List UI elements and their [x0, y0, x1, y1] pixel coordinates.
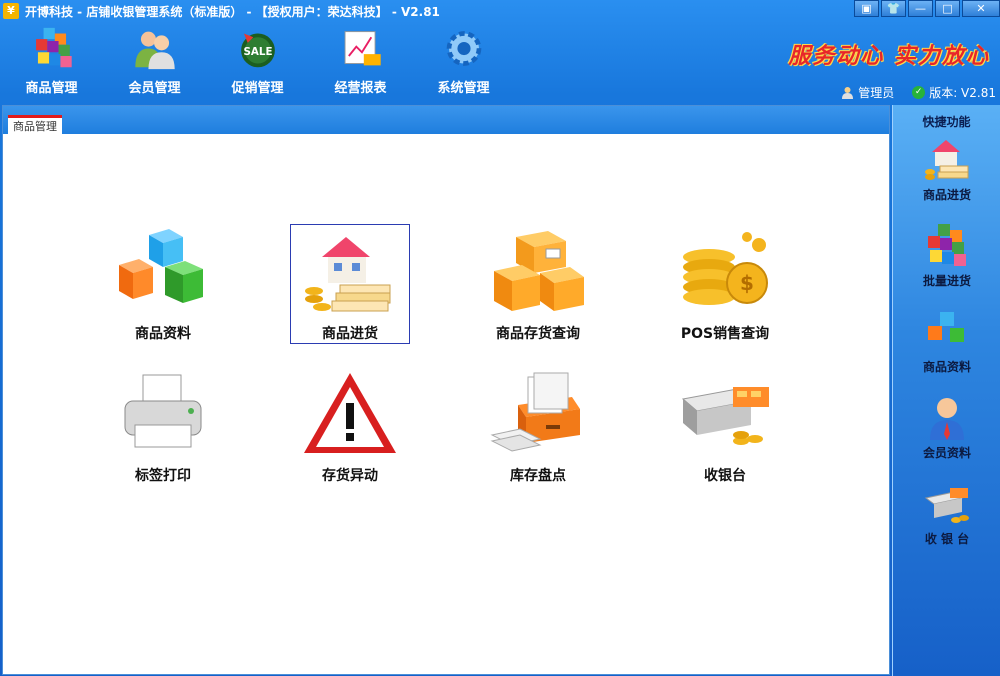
- quick-label: 商品资料: [922, 360, 971, 374]
- quick-panel-title: 快捷功能: [922, 115, 971, 129]
- quick-batch-purchase[interactable]: 批量进货: [893, 222, 1000, 302]
- cubes-icon: [35, 27, 72, 68]
- tile-goods-purchase[interactable]: 商品进货: [290, 224, 410, 344]
- status-line: 管理员 ✓ 版本: V2.81: [841, 84, 996, 101]
- svg-text:$: $: [740, 271, 754, 295]
- tile-label: 商品资料: [135, 326, 191, 342]
- quick-cashier[interactable]: 收 银 台: [893, 480, 1000, 560]
- batch-cubes-icon: [928, 224, 966, 266]
- toolbar-label: 促销管理: [231, 81, 284, 96]
- tab-strip: 商品管理: [3, 106, 889, 134]
- version-info: ✓ 版本: V2.81: [912, 84, 996, 101]
- quick-member-info[interactable]: 会员资料: [893, 394, 1000, 474]
- tile-label: 商品存货查询: [496, 326, 580, 342]
- tile-goods-info[interactable]: 商品资料: [103, 224, 223, 344]
- quick-label: 收 银 台: [924, 532, 970, 546]
- toolbar-label: 商品管理: [25, 81, 78, 96]
- toolbar-label: 会员管理: [128, 81, 181, 96]
- quick-label: 批量进货: [922, 274, 971, 288]
- toolbar-business-reports[interactable]: 经营报表: [309, 24, 412, 96]
- toolbar-promotion-management[interactable]: SALE 促销管理: [206, 24, 309, 96]
- tile-label: 标签打印: [135, 468, 191, 484]
- cash-register-icon: [924, 488, 969, 523]
- coins-icon: $: [683, 232, 768, 305]
- user-icon: [842, 87, 854, 99]
- quick-goods-info[interactable]: 商品资料: [893, 308, 1000, 388]
- tile-inventory-check[interactable]: 库存盘点: [478, 366, 598, 486]
- toolbar-label: 系统管理: [437, 81, 490, 96]
- report-icon: [344, 31, 381, 66]
- members-icon: [134, 31, 175, 70]
- svg-text:SALE: SALE: [243, 46, 272, 58]
- quick-label: 商品进货: [922, 188, 971, 202]
- title-bar: ¥ 开博科技 - 店铺收银管理系统（标准版） - 【授权用户：荣达科技】 - V…: [0, 0, 1000, 22]
- app-logo-icon: ¥: [3, 3, 19, 19]
- house-goods-icon: [305, 237, 391, 312]
- quick-goods-purchase[interactable]: 商品进货: [893, 136, 1000, 216]
- boxes-icon: [494, 231, 584, 311]
- tile-label: 商品进货: [322, 326, 378, 342]
- main-panel: 商品管理 商品资料 商品进货 商品存货查询 $ POS销售查询 标签打印 存货异…: [2, 105, 890, 675]
- menu-button[interactable]: ▣: [854, 0, 879, 17]
- tile-cashier[interactable]: 收银台: [665, 366, 785, 486]
- cubes-icon: [928, 312, 964, 342]
- warning-icon: [304, 373, 396, 453]
- check-icon: ✓: [912, 86, 926, 99]
- quick-functions-panel: 快捷功能 商品进货 批量进货 商品资料 会员资料 收 银 台: [892, 105, 1000, 676]
- toolbar-member-management[interactable]: 会员管理: [103, 24, 206, 96]
- sale-icon: SALE: [240, 33, 275, 68]
- house-goods-icon: [925, 140, 969, 180]
- close-button[interactable]: ✕: [962, 0, 1000, 17]
- tile-pos-sales-query[interactable]: $ POS销售查询: [665, 224, 785, 344]
- member-icon: [930, 398, 964, 440]
- maximize-button[interactable]: □: [935, 0, 960, 17]
- tab-goods-management[interactable]: 商品管理: [8, 115, 62, 134]
- tile-label: 存货异动: [322, 468, 378, 484]
- version-text: 版本: V2.81: [929, 86, 996, 100]
- tile-label: 收银台: [704, 468, 746, 484]
- quick-label: 会员资料: [922, 446, 971, 460]
- current-user: 管理员: [841, 84, 894, 101]
- user-name: 管理员: [858, 86, 895, 100]
- app-window: ¥ 开博科技 - 店铺收银管理系统（标准版） - 【授权用户：荣达科技】 - V…: [0, 0, 1000, 676]
- tile-label-print[interactable]: 标签打印: [103, 366, 223, 486]
- toolbar-system-management[interactable]: 系统管理: [412, 24, 515, 96]
- tile-label: POS销售查询: [680, 326, 770, 342]
- minimize-button[interactable]: —: [908, 0, 933, 17]
- printer-icon: [124, 374, 202, 448]
- cash-register-icon: [681, 387, 769, 445]
- tile-label: 库存盘点: [510, 468, 566, 484]
- gear-icon: [446, 31, 481, 66]
- tile-stock-change[interactable]: 存货异动: [290, 366, 410, 486]
- cubes-icon: [119, 229, 203, 303]
- window-controls: ▣ 👕 — □ ✕: [852, 0, 1000, 17]
- skin-button[interactable]: 👕: [881, 0, 906, 17]
- file-drawer-icon: [490, 372, 580, 452]
- toolbar-label: 经营报表: [334, 81, 387, 96]
- window-title: 开博科技 - 店铺收银管理系统（标准版） - 【授权用户：荣达科技】 - V2.…: [25, 4, 440, 19]
- slogan-banner: 服务动心 实力放心: [788, 43, 990, 69]
- toolbar-goods-management[interactable]: 商品管理: [0, 24, 103, 96]
- main-toolbar: 商品管理 会员管理 SALE 促销管理 经营报表 系统管理: [0, 24, 515, 96]
- tile-stock-query[interactable]: 商品存货查询: [478, 224, 598, 344]
